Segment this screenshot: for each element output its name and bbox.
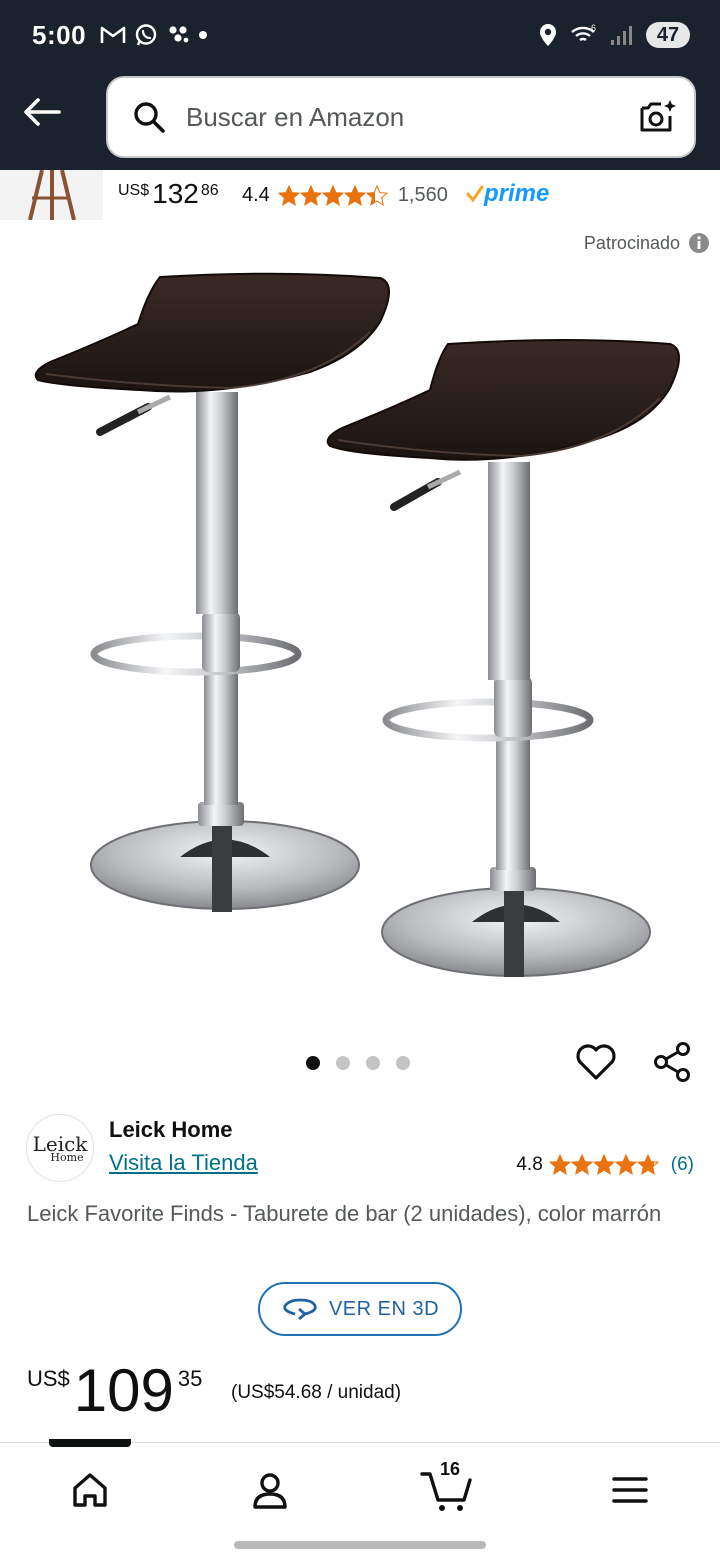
price-fraction: 35 — [177, 1366, 203, 1391]
gmail-icon — [100, 26, 126, 43]
hamburger-menu-icon — [612, 1477, 648, 1503]
app-notification-icon — [169, 26, 189, 43]
arrow-left-icon — [24, 98, 61, 126]
price-whole: 109 — [73, 1357, 174, 1424]
nav-home[interactable] — [60, 1465, 120, 1515]
heart-icon — [576, 1044, 616, 1080]
home-icon — [73, 1473, 107, 1507]
star-rating-icon — [549, 1154, 659, 1175]
status-bar: 5:00 6 47 — [0, 0, 720, 70]
prime-label: prime — [484, 180, 550, 207]
status-time: 5:00 — [32, 19, 87, 50]
share-button[interactable] — [650, 1040, 694, 1084]
svg-text:6: 6 — [591, 23, 596, 33]
signal-icon — [611, 26, 632, 45]
share-icon — [654, 1042, 690, 1082]
battery-indicator: 47 — [646, 22, 690, 48]
user-icon — [253, 1473, 287, 1509]
stool-right — [326, 339, 680, 977]
star-rating-icon — [278, 185, 388, 205]
brand-logo[interactable]: Leick Home — [26, 1114, 94, 1182]
ad-review-count: 1,560 — [397, 184, 448, 206]
nav-cart[interactable]: 16 — [418, 1459, 478, 1515]
carousel-dot[interactable] — [336, 1056, 350, 1070]
ad-product-thumbnail[interactable] — [0, 170, 103, 220]
location-icon — [540, 24, 556, 46]
ad-rating-value: 4.4 — [242, 184, 270, 206]
stool-left — [34, 272, 390, 912]
wifi-icon: 6 — [571, 23, 596, 42]
ad-price: US$ 132 86 — [118, 178, 219, 210]
prime-check-icon — [466, 185, 484, 203]
product-rating[interactable]: 4.8 (6) — [516, 1154, 694, 1176]
view-in-3d-label: VER EN 3D — [328, 1297, 440, 1320]
search-input[interactable]: Buscar en Amazon — [106, 76, 696, 158]
ad-price-currency: US$ — [118, 182, 150, 199]
carousel-dot[interactable] — [396, 1056, 410, 1070]
search-icon — [134, 102, 165, 133]
back-button[interactable] — [20, 90, 64, 134]
view-in-3d-button[interactable]: VER EN 3D — [258, 1282, 462, 1336]
ad-price-whole: 132 — [152, 178, 199, 209]
visit-store-link[interactable]: Visita la Tienda — [109, 1150, 258, 1176]
search-placeholder: Buscar en Amazon — [186, 101, 405, 132]
price-currency: US$ — [27, 1366, 70, 1391]
app-header: Buscar en Amazon — [0, 70, 720, 170]
ad-rating: 4.4 1,560 — [242, 184, 448, 207]
carousel-dot[interactable] — [366, 1056, 380, 1070]
whatsapp-icon — [135, 24, 157, 46]
status-right: 6 47 — [538, 22, 690, 48]
product-image[interactable] — [20, 262, 700, 1002]
brand-name: Leick Home — [109, 1117, 233, 1142]
nav-menu[interactable] — [600, 1465, 660, 1515]
image-carousel-dots[interactable] — [306, 1056, 410, 1070]
ad-title-clipped — [118, 164, 708, 172]
add-to-wishlist-button[interactable] — [574, 1040, 618, 1084]
gesture-home-bar[interactable] — [234, 1541, 486, 1549]
brand-logo-subtext: Home — [50, 1150, 84, 1164]
sponsored-text: Patrocinado — [583, 232, 680, 253]
camera-search-icon[interactable] — [636, 96, 678, 138]
bottom-navigation: 16 — [0, 1439, 720, 1560]
ad-price-fraction: 86 — [200, 182, 219, 199]
cart-count: 16 — [440, 1459, 461, 1479]
rotate-3d-icon — [283, 1298, 317, 1321]
unit-price: (US$54.68 / unidad) — [231, 1382, 402, 1403]
active-tab-indicator — [49, 1439, 131, 1447]
product-price: US$ 109 35 — [27, 1360, 202, 1422]
more-notifications-dot-icon — [199, 31, 208, 39]
prime-badge: prime — [466, 180, 549, 208]
rating-count[interactable]: (6) — [671, 1154, 694, 1176]
notification-icons — [100, 23, 208, 47]
sponsored-label[interactable]: Patrocinado — [584, 232, 710, 254]
sponsored-product-strip[interactable]: US$ 132 86 4.4 1,560 prime — [0, 170, 720, 220]
nav-account[interactable] — [240, 1465, 300, 1515]
carousel-dot[interactable] — [306, 1056, 320, 1070]
info-icon — [689, 233, 709, 253]
product-title: Leick Favorite Finds - Taburete de bar (… — [27, 1201, 662, 1226]
rating-value: 4.8 — [516, 1154, 543, 1175]
